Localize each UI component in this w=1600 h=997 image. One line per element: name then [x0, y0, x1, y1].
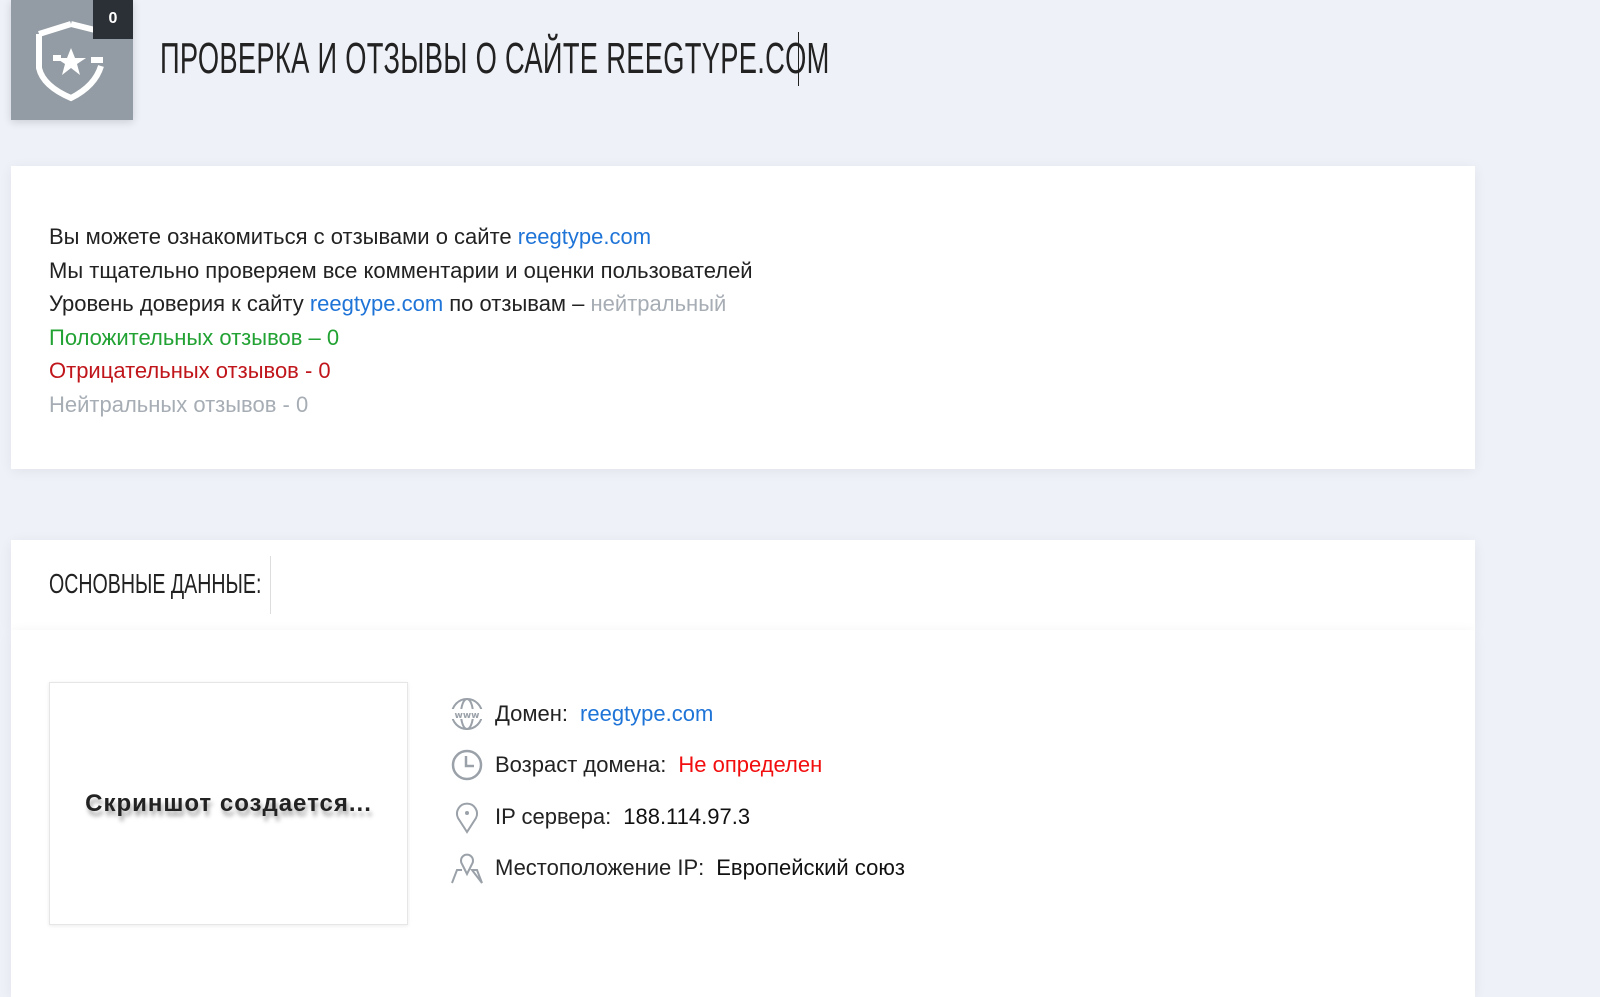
divider [270, 556, 271, 614]
map-location-icon [451, 854, 483, 884]
intro-line-2: Мы тщательно проверяем все комментарии и… [49, 257, 753, 283]
info-row-domain: www Домен: reegtype.com [449, 688, 905, 740]
domain-info: www Домен: reegtype.com Возраст домена: Не… [449, 688, 905, 894]
review-count-badge: 0 [93, 0, 133, 39]
info-row-location: Местоположение IP: Европейский союз [449, 843, 905, 895]
intro-line-1: Вы можете ознакомиться с отзывами о сайт… [49, 224, 652, 249]
domain-link[interactable]: reegtype.com [310, 291, 443, 316]
negative-count: Отрицательных отзывов - 0 [49, 358, 331, 383]
main-data-card: Скриншот создается... www Домен: reegtype… [11, 630, 1475, 997]
clock-icon [451, 750, 483, 781]
intro-line-3: Уровень доверия к сайту reegtype.com по … [49, 291, 727, 316]
main-data-header: ОСНОВНЫЕ ДАННЫЕ: [11, 540, 1475, 630]
text-cursor [798, 32, 799, 86]
positive-count: Положительных отзывов – 0 [49, 324, 340, 350]
svg-text:www: www [455, 711, 480, 721]
section-heading: ОСНОВНЫЕ ДАННЫЕ: [49, 568, 262, 599]
page-title: ПРОВЕРКА И ОТЗЫВЫ О САЙТЕ REEGTYPE.COM [160, 34, 830, 83]
map-pin-icon [456, 802, 478, 834]
www-globe-icon: www [451, 697, 483, 730]
intro-card: Вы можете ознакомиться с отзывами о сайт… [11, 166, 1475, 469]
domain-value-link[interactable]: reegtype.com [580, 701, 713, 727]
site-screenshot-placeholder: Скриншот создается... [49, 682, 408, 925]
trust-level: нейтральный [590, 291, 727, 316]
info-row-ip: IP сервера: 188.114.97.3 [449, 791, 905, 843]
neutral-count: Нейтральных отзывов - 0 [49, 391, 309, 417]
info-row-age: Возраст домена: Не определен [449, 740, 905, 792]
domain-link[interactable]: reegtype.com [518, 224, 651, 249]
